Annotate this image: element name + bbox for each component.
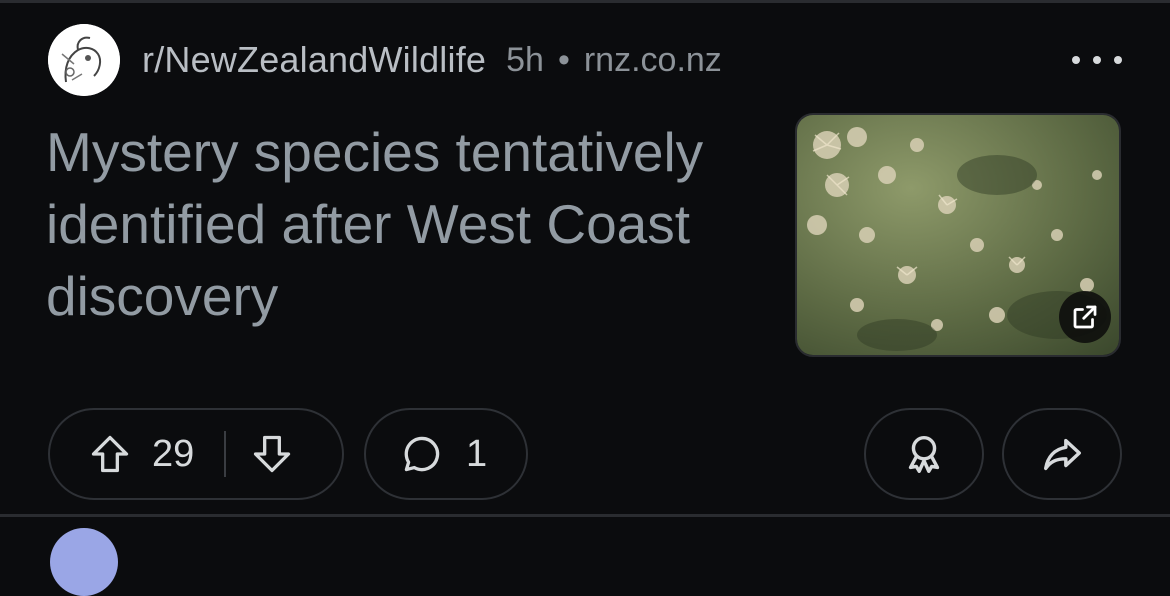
post-thumbnail[interactable] bbox=[795, 113, 1121, 357]
post-age: 5h bbox=[506, 40, 544, 79]
subreddit-name[interactable]: r/NewZealandWildlife bbox=[142, 39, 486, 81]
downvote-arrow-icon[interactable] bbox=[250, 432, 294, 476]
post-domain[interactable]: rnz.co.nz bbox=[584, 41, 722, 79]
vote-control: 29 bbox=[48, 408, 344, 500]
post-header: r/NewZealandWildlife 5h • rnz.co.nz bbox=[48, 24, 722, 96]
post-title[interactable]: Mystery species tentatively identified a… bbox=[46, 116, 766, 332]
top-divider bbox=[0, 0, 1170, 3]
comment-bubble-icon bbox=[400, 432, 444, 476]
more-dot bbox=[1072, 56, 1080, 64]
more-dot bbox=[1114, 56, 1122, 64]
meta-separator: • bbox=[557, 40, 570, 79]
comments-button[interactable]: 1 bbox=[364, 408, 528, 500]
more-options-button[interactable] bbox=[1072, 42, 1122, 78]
award-icon bbox=[901, 431, 947, 477]
post-action-bar: 29 1 bbox=[48, 408, 1122, 502]
comment-count: 1 bbox=[466, 432, 488, 475]
upvote-arrow-icon[interactable] bbox=[88, 432, 132, 476]
subreddit-avatar[interactable] bbox=[48, 24, 120, 96]
next-post-avatar[interactable] bbox=[50, 528, 118, 596]
vote-separator bbox=[224, 431, 227, 477]
upvote-count: 29 bbox=[152, 432, 195, 475]
more-dot bbox=[1093, 56, 1101, 64]
external-link-icon[interactable] bbox=[1059, 291, 1111, 343]
award-button[interactable] bbox=[864, 408, 984, 500]
share-arrow-icon bbox=[1039, 431, 1085, 477]
post-meta: 5h • rnz.co.nz bbox=[506, 41, 722, 80]
bottom-divider bbox=[0, 514, 1170, 517]
share-button[interactable] bbox=[1002, 408, 1122, 500]
